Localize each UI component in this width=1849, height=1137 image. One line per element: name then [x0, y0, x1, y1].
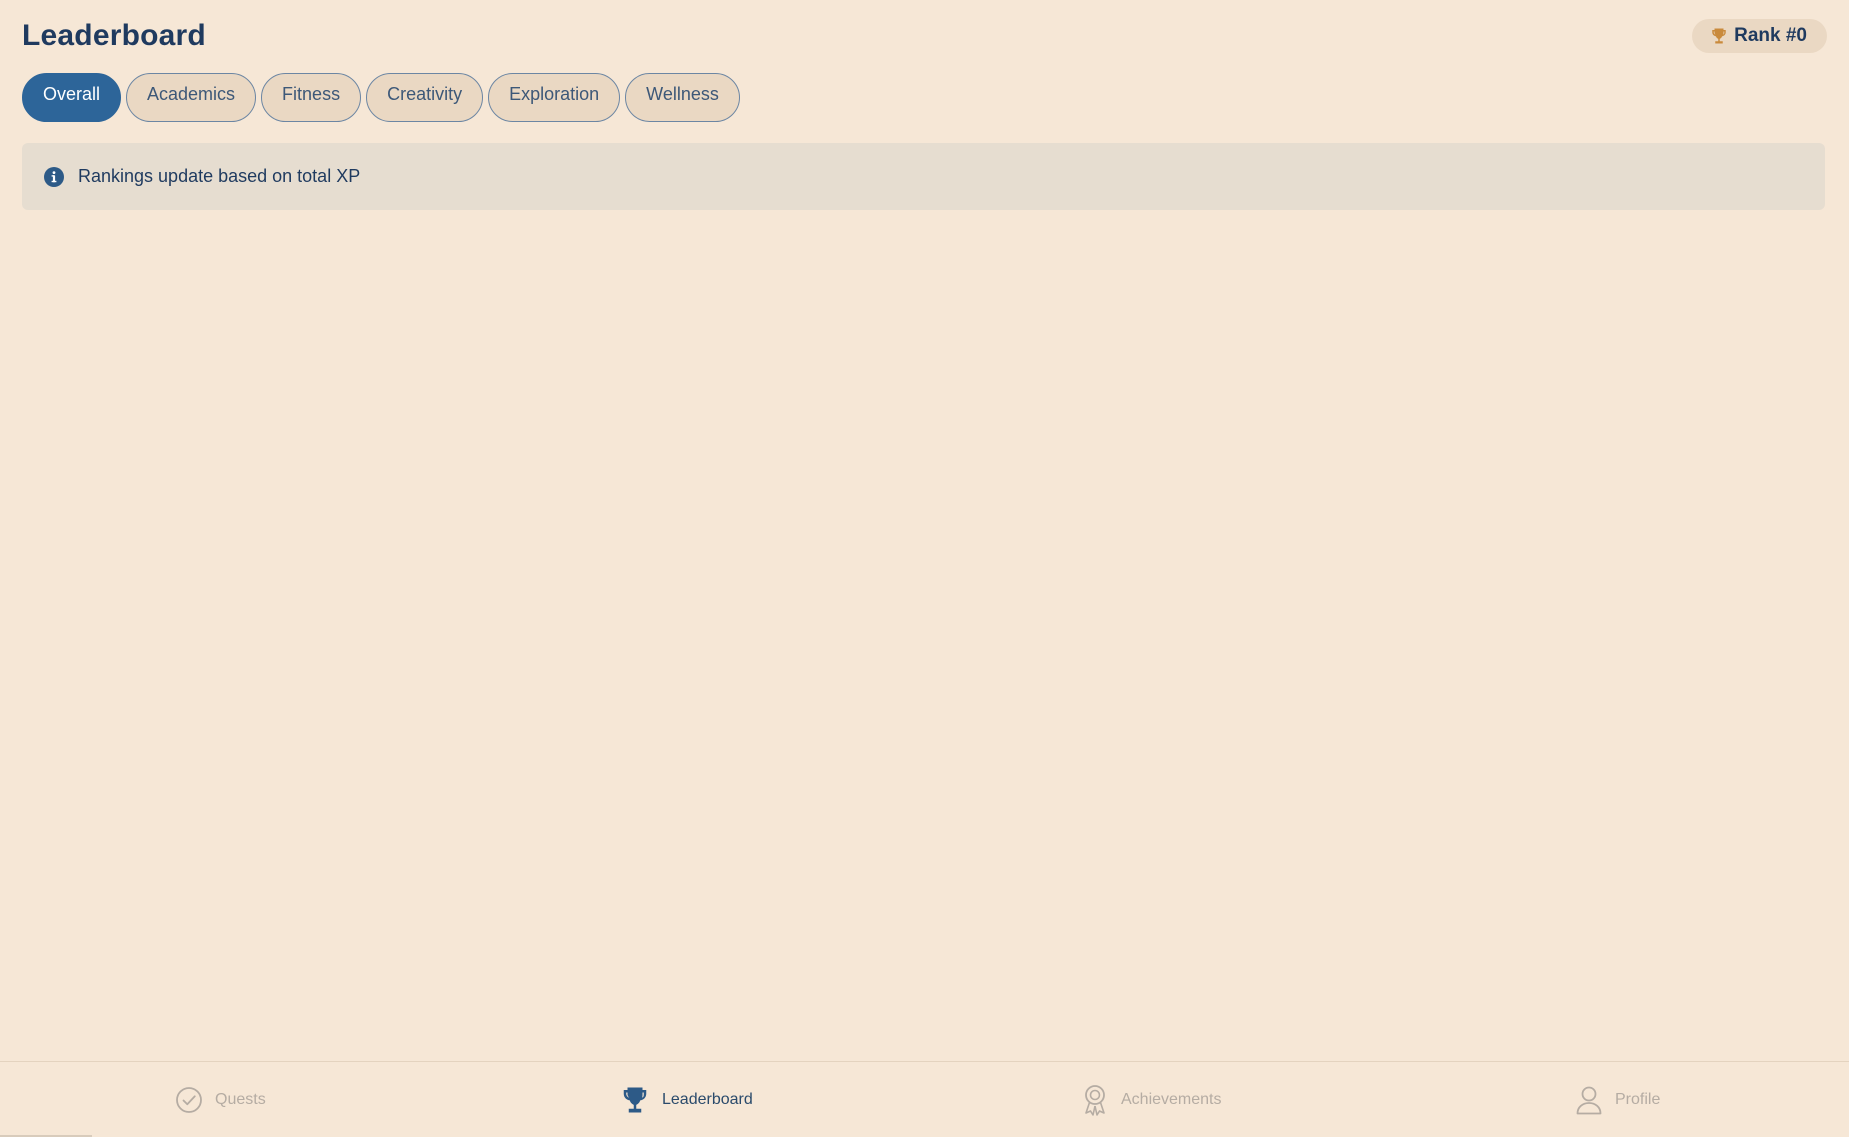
- tab-overall[interactable]: Overall: [22, 73, 122, 122]
- tab-exploration[interactable]: Exploration: [488, 73, 621, 122]
- check-circle-icon: [175, 1086, 203, 1114]
- header: Leaderboard Rank #0: [22, 14, 1827, 58]
- nav-item-leaderboard[interactable]: Leaderboard: [620, 1062, 753, 1137]
- nav-item-quests[interactable]: Quests: [175, 1062, 266, 1137]
- tab-academics[interactable]: Academics: [126, 73, 257, 122]
- nav-item-achievements[interactable]: Achievements: [1081, 1062, 1222, 1137]
- nav-label-leaderboard: Leaderboard: [662, 1091, 753, 1108]
- nav-label-profile: Profile: [1615, 1091, 1661, 1108]
- info-icon: [44, 166, 64, 187]
- nav-item-profile[interactable]: Profile: [1575, 1062, 1660, 1137]
- trophy-icon: [1710, 27, 1728, 45]
- nav-label-quests: Quests: [215, 1091, 266, 1108]
- tab-wellness[interactable]: Wellness: [625, 73, 740, 122]
- info-banner: Rankings update based on total XP: [22, 143, 1825, 210]
- tab-creativity[interactable]: Creativity: [366, 73, 484, 122]
- tab-fitness[interactable]: Fitness: [261, 73, 362, 122]
- user-icon: [1575, 1085, 1603, 1115]
- bottom-nav: Quests Leaderboard Achievements Profile: [0, 1061, 1849, 1137]
- trophy-icon: [620, 1085, 650, 1115]
- nav-label-achievements: Achievements: [1121, 1091, 1222, 1108]
- rank-badge: Rank #0: [1692, 19, 1827, 53]
- rank-label: Rank #0: [1734, 25, 1807, 46]
- info-text: Rankings update based on total XP: [78, 166, 361, 186]
- category-tabs: Overall Academics Fitness Creativity Exp…: [22, 73, 740, 122]
- award-icon: [1081, 1084, 1109, 1116]
- page-title: Leaderboard: [22, 19, 206, 52]
- leaderboard-page: Leaderboard Rank #0 Overall Academics Fi…: [0, 0, 1849, 1137]
